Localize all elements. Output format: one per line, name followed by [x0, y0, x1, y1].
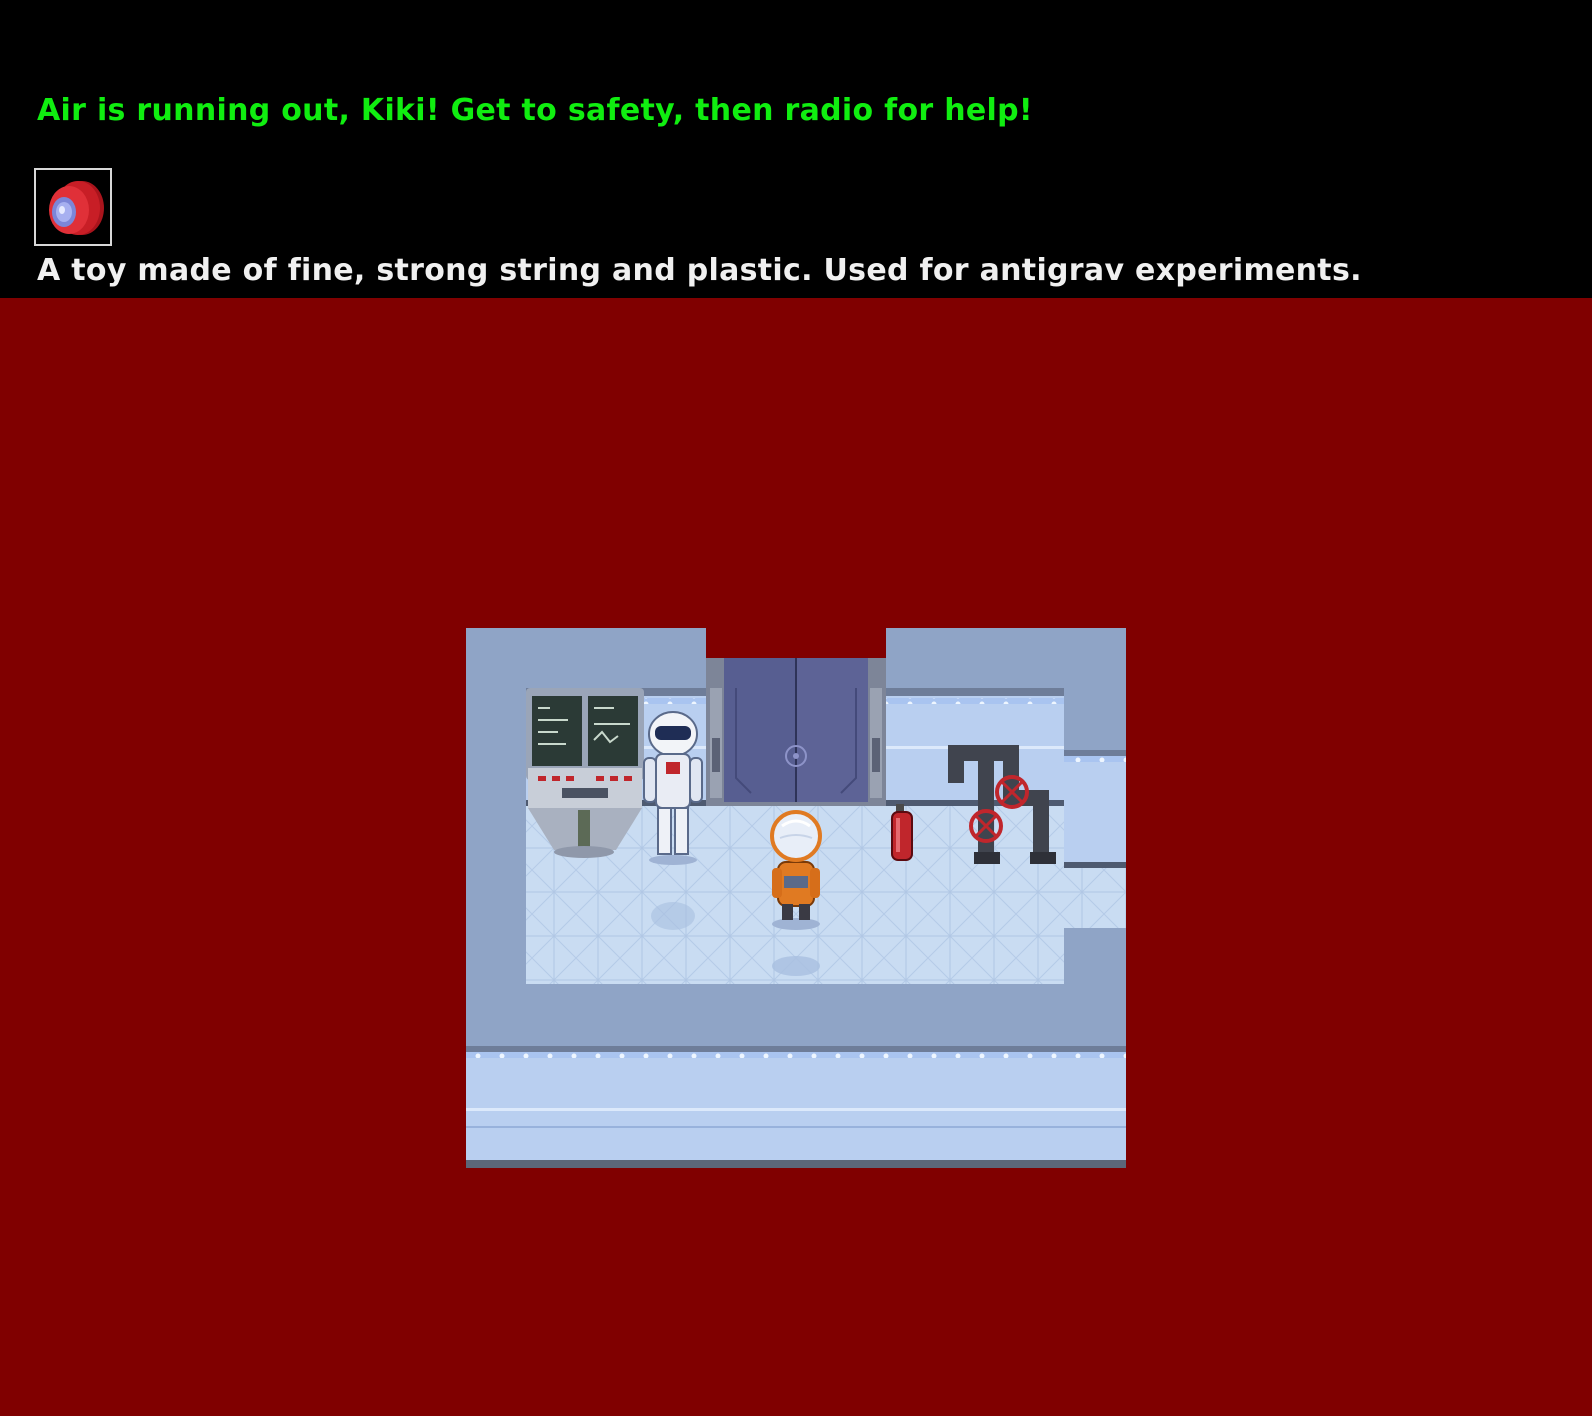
corridor	[466, 1046, 1126, 1168]
sliding-door	[706, 658, 886, 806]
objective-text: Air is running out, Kiki! Get to safety,…	[37, 93, 1033, 128]
inventory-slot[interactable]	[34, 168, 112, 246]
item-description: A toy made of fine, strong string and pl…	[37, 253, 1362, 288]
yoyo-icon	[49, 181, 104, 235]
game-scene	[466, 628, 1126, 1168]
fire-extinguisher	[891, 804, 913, 861]
control-console	[526, 688, 644, 858]
room-map	[466, 628, 1126, 1168]
hud-bar: Air is running out, Kiki! Get to safety,…	[0, 0, 1592, 298]
